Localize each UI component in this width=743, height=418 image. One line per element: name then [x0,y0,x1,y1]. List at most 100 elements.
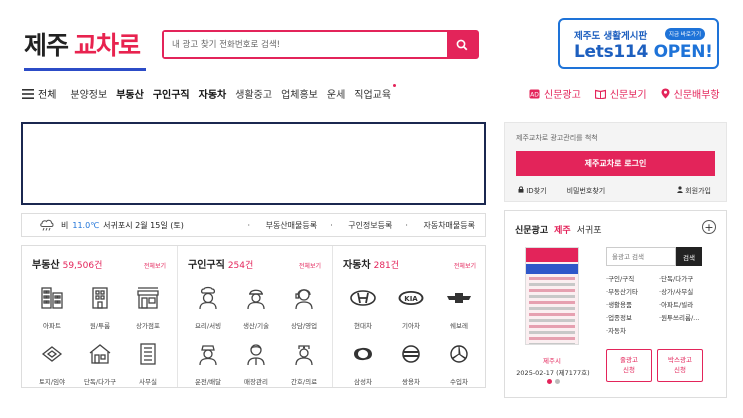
category-item-label: 요리/서빙 [194,322,222,330]
category-item-driver[interactable]: 운전/배달 [184,336,232,386]
store-icon [137,287,159,309]
find-password-link[interactable]: 비밀번호찾기 [567,186,606,196]
tab-seogwipo[interactable]: 서귀포 [577,223,602,236]
newspaper-thumbnail[interactable] [525,247,579,345]
np-cat-item[interactable]: ·부동산기타 [606,286,659,296]
lets114-banner[interactable]: 제주도 생활게시판 지금 바로가기 Lets114 OPEN! [558,18,719,69]
category-item-hyundai[interactable]: 현대차 [339,280,387,330]
all-menu-button[interactable]: 전체 [22,86,56,101]
ssangyong-icon [402,345,420,363]
newspaper-date: 2025-02-17 (제7177호) [516,369,590,377]
category-item-label: 쌍용차 [402,378,420,386]
nav-item-jobs[interactable]: 구인구직 [153,86,190,101]
np-cat-item[interactable]: ·상가/사무실 [659,286,715,296]
category-item-production[interactable]: 생산/기술 [232,280,280,330]
category-item-apartment[interactable]: 아파트 [28,280,76,330]
category-item-label: 원/투룸 [89,322,111,330]
building-icon [92,287,108,309]
category-item-store-staff[interactable]: 매장관리 [232,336,280,386]
banner-badge: 지금 바로가기 [664,28,705,40]
login-note: 제주교차로 광고관리를 척척 [516,134,598,142]
category-item-store[interactable]: 상가점포 [124,280,172,330]
nav-item-business[interactable]: 업체홍보 [281,86,318,101]
view-all-link[interactable]: 전체보기 [299,261,321,270]
tab-jeju[interactable]: 제주 [554,223,571,236]
np-cat-label: 원투쓰리룸/... [661,314,700,322]
register-job-link[interactable]: · 구인정보등록 [330,220,392,231]
find-id-link[interactable]: ID찾기 [518,186,557,196]
np-cat-item[interactable]: ·생활용품 [606,299,659,309]
house-icon [89,344,111,364]
view-all-link[interactable]: 전체보기 [454,261,476,270]
category-item-chevrolet[interactable]: 쉐보레 [435,280,483,330]
np-cat-item[interactable]: ·단독/다가구 [659,273,715,283]
nav-item-used[interactable]: 생활중고 [235,86,272,101]
newspaper-ad-link[interactable]: AD 신문광고 [529,86,581,101]
nav-item-cars[interactable]: 자동차 [199,86,227,101]
np-cat-label: 상가/사무실 [661,288,694,296]
carousel-dot[interactable] [555,379,560,384]
login-button[interactable]: 제주교차로 로그인 [516,151,715,176]
search-bar [162,30,479,59]
distribution-label: 신문배부항 [673,90,720,101]
np-cat-item[interactable]: ·업종정보 [606,312,659,322]
np-cat-item[interactable]: ·자동차 [606,325,659,335]
np-cat-label: 구인/구직 [608,275,635,283]
category-count: 59,506건 [62,261,103,271]
newspaper-search: 검색 [606,247,702,266]
add-icon[interactable]: + [702,220,716,234]
search-input[interactable] [164,32,447,57]
site-logo[interactable]: 제주 교차로 [24,26,141,62]
category-item-label: 아파트 [43,322,61,330]
category-item-label: 수입차 [450,378,468,386]
category-item-land[interactable]: 토지/임야 [28,336,76,386]
view-all-link[interactable]: 전체보기 [144,261,166,270]
category-item-ssangyong[interactable]: 쌍용차 [387,336,435,386]
line-ad-apply-button[interactable]: 줄광고 신청 [606,349,652,382]
rain-cloud-icon [40,219,54,231]
driver-icon [199,345,217,366]
newspaper-view-link[interactable]: 신문보기 [594,86,647,101]
samsung-car-icon [354,347,372,361]
right-links: AD 신문광고 신문보기 신문배부항 [529,86,734,101]
banner-headline-brand: Lets114 [574,42,648,62]
category-item-cook[interactable]: 요리/서빙 [184,280,232,330]
category-item-kia[interactable]: KIA 기아차 [387,280,435,330]
category-item-samsung[interactable]: 삼성차 [339,336,387,386]
box-ad-apply-button[interactable]: 박스광고 신청 [657,349,703,382]
np-cat-item[interactable]: ·아파트/빌라 [659,299,715,309]
category-item-office[interactable]: 사무실 [124,336,172,386]
carousel-dot-active[interactable] [547,379,552,384]
register-realestate-link[interactable]: · 부동산매물등록 [247,220,317,231]
category-item-oneroom[interactable]: 원/투룸 [76,280,124,330]
category-item-nurse[interactable]: 간호/의료 [280,336,328,386]
category-count: 254건 [227,261,254,271]
nav-item-education[interactable]: 직업교육 [354,84,397,101]
category-title: 자동차 [343,260,371,271]
category-item-house[interactable]: 단독/다가구 [76,336,124,386]
np-cat-item[interactable]: ·구인/구직 [606,273,659,283]
register-car-link[interactable]: · 자동차매물등록 [405,220,475,231]
distribution-link[interactable]: 신문배부항 [661,86,720,101]
nav-item-presale[interactable]: 분양정보 [70,86,107,101]
newspaper-search-button[interactable]: 검색 [676,247,702,266]
register-links: · 부동산매물등록 · 구인정보등록 · 자동차매물등록 [234,220,475,231]
np-cat-label: 부동산기타 [608,288,638,296]
nav-item-realestate[interactable]: 부동산 [116,86,144,101]
category-item-consult[interactable]: 상담/영업 [280,280,328,330]
weather-temp: 11.0℃ [72,220,100,230]
find-id-label: ID찾기 [526,187,547,195]
logo-underline [24,68,146,71]
signup-link[interactable]: 회원가입 [677,186,711,196]
search-button[interactable] [447,32,477,57]
banner-headline: Lets114 OPEN! [574,42,713,62]
nurse-icon [295,345,313,366]
np-cat-item[interactable]: ·원투쓰리룸/... [659,312,715,322]
nav-item-fortune[interactable]: 운세 [327,86,345,101]
np-cat-label: 생활용품 [608,301,632,309]
category-item-imported[interactable]: 수입차 [435,336,483,386]
apartment-icon [41,287,63,309]
category-header: 부동산 59,506건 [32,256,102,271]
category-realestate: 부동산 59,506건 전체보기 아파트 원/투룸 상가점포 토지/임야 단독/다… [22,246,176,387]
newspaper-search-input[interactable] [606,247,676,266]
